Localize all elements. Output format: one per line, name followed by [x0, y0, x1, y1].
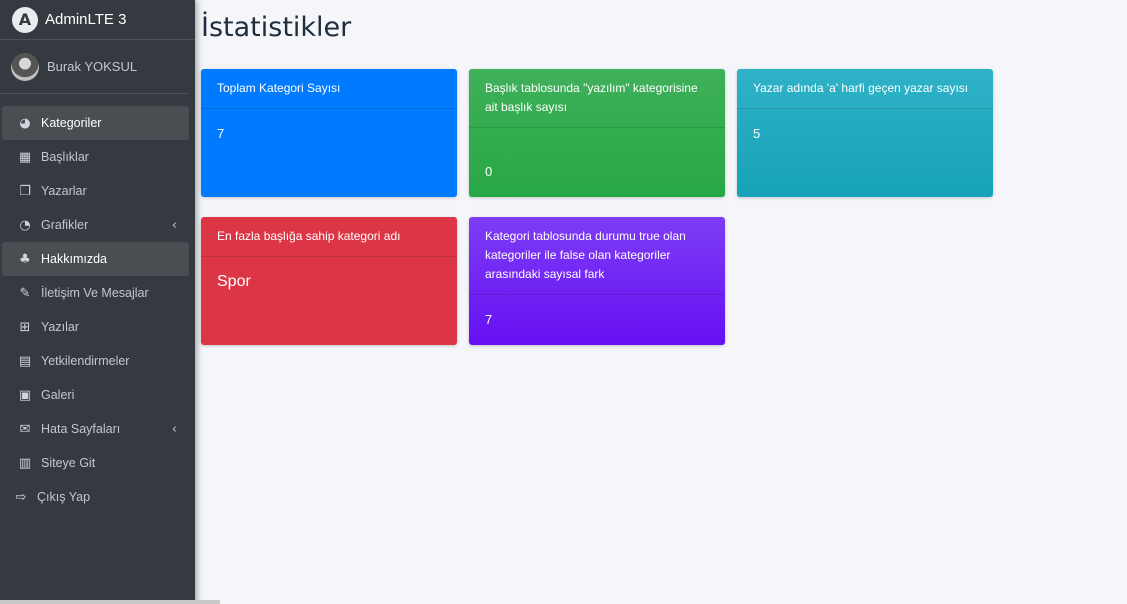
card-header: Kategori tablosunda durumu true olan kat… [469, 217, 725, 295]
table-icon: ⊞ [19, 319, 31, 335]
sidebar-item-label: Hata Sayfaları [41, 422, 121, 436]
horizontal-scrollbar[interactable] [0, 600, 220, 604]
grid-icon: ▦ [18, 149, 32, 165]
sidebar-item-label: Galeri [41, 388, 75, 402]
stat-card-top-category: En fazla başlığa sahip kategori adı Spor [201, 217, 457, 345]
stat-card-status-difference: Kategori tablosunda durumu true olan kat… [469, 217, 725, 345]
calendar-icon: ▤ [18, 353, 32, 369]
page-title: İstatistikler [201, 12, 352, 43]
sidebar-item-kategoriler[interactable]: ◕ Kategoriler [2, 106, 189, 140]
card-value: 5 [753, 126, 761, 141]
envelope-icon: ✉ [19, 421, 31, 437]
sidebar-item-label: Siteye Git [41, 456, 96, 470]
sidebar-item-label: Grafikler [41, 218, 89, 232]
sidebar-item-siteye-git[interactable]: ▥ Siteye Git [0, 446, 195, 480]
chevron-left-icon[interactable]: ‹ [172, 422, 177, 437]
sidebar-item-hata-sayfalari[interactable]: ✉ Hata Sayfaları ‹ [0, 412, 195, 446]
marker-dot [435, 265, 438, 268]
sidebar-item-basliklar[interactable]: ▦ Başlıklar [0, 140, 195, 174]
card-header: Başlık tablosunda "yazılım" kategorisine… [469, 69, 725, 128]
card-header: En fazla başlığa sahip kategori adı [201, 217, 457, 257]
user-panel[interactable]: Burak YOKSUL [0, 40, 189, 94]
sidebar-item-yetkilendirmeler[interactable]: ▤ Yetkilendirmeler [0, 344, 195, 378]
card-value: 7 [485, 312, 493, 327]
stat-card-writers-with-a: Yazar adında 'a' harfi geçen yazar sayıs… [737, 69, 993, 197]
sidebar-item-label: Yazılar [41, 320, 79, 334]
card-header: Toplam Kategori Sayısı [201, 69, 457, 109]
edit-icon: ✎ [19, 285, 31, 301]
tree-icon: ♣ [19, 251, 31, 267]
sidebar-item-hakkimizda[interactable]: ♣ Hakkımızda [2, 242, 189, 276]
sidebar-item-label: Yazarlar [41, 184, 87, 198]
sidebar-item-label: Çıkış Yap [37, 490, 91, 504]
sidebar-item-label: İletişim Ve Mesajlar [41, 286, 149, 300]
avatar [11, 52, 39, 81]
sidebar-item-label: Hakkımızda [41, 252, 107, 266]
sidebar-item-galeri[interactable]: ▣ Galeri [0, 378, 195, 412]
stat-card-category-count: Toplam Kategori Sayısı 7 [201, 69, 457, 197]
brand-text: AdminLTE 3 [45, 11, 127, 28]
sidebar-item-cikis-yap[interactable]: ⇨ Çıkış Yap [0, 480, 195, 514]
card-value: 7 [217, 126, 225, 141]
chevron-left-icon[interactable]: ‹ [172, 218, 177, 233]
book-icon: ▥ [18, 455, 32, 471]
sidebar-item-label: Kategoriler [41, 116, 102, 130]
sidebar-item-label: Yetkilendirmeler [41, 354, 130, 368]
pie-chart-icon: ◔ [19, 217, 31, 233]
card-value: Spor [217, 273, 251, 290]
card-header: Yazar adında 'a' harfi geçen yazar sayıs… [737, 69, 993, 109]
image-icon: ▣ [18, 387, 32, 403]
brand-link[interactable]: A AdminLTE 3 [0, 0, 195, 40]
brand-logo: A [12, 6, 38, 33]
dashboard-icon: ◕ [19, 115, 31, 131]
sidebar-nav: ◕ Kategoriler ▦ Başlıklar ❐ Yazarlar ◔ G… [0, 94, 195, 514]
user-name: Burak YOKSUL [47, 59, 138, 74]
sidebar-item-label: Başlıklar [41, 150, 89, 164]
stat-card-software-titles: Başlık tablosunda "yazılım" kategorisine… [469, 69, 725, 197]
sidebar-item-grafikler[interactable]: ◔ Grafikler ‹ [0, 208, 195, 242]
sidebar-item-yazarlar[interactable]: ❐ Yazarlar [0, 174, 195, 208]
copy-icon: ❐ [19, 183, 31, 199]
card-value: 0 [485, 164, 493, 179]
sidebar-item-yazilar[interactable]: ⊞ Yazılar [0, 310, 195, 344]
sidebar-item-iletisim[interactable]: ✎ İletişim Ve Mesajlar [0, 276, 195, 310]
sign-out-icon: ⇨ [15, 489, 27, 505]
sidebar: A AdminLTE 3 Burak YOKSUL ◕ Kategoriler … [0, 0, 220, 604]
